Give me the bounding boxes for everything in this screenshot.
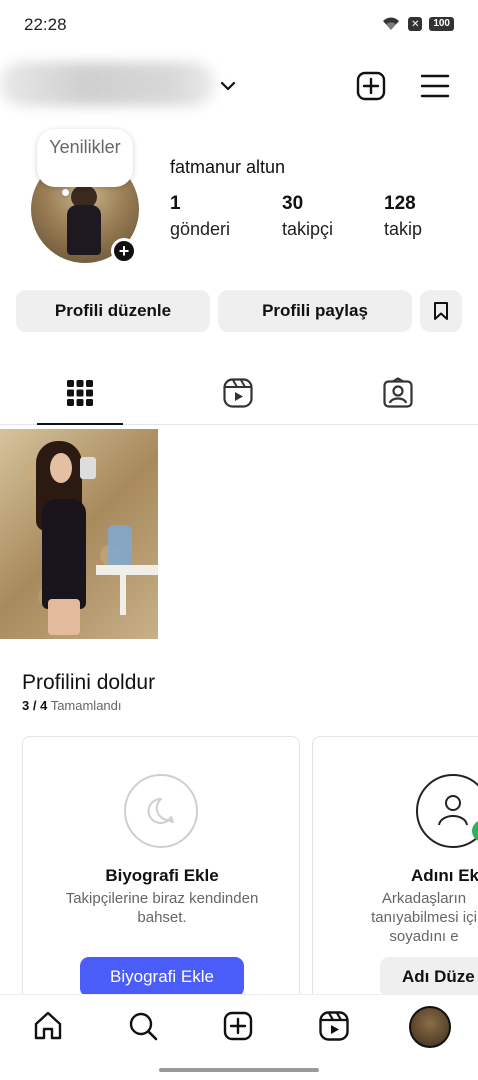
name-icon [416,774,478,848]
search-icon[interactable] [127,1010,159,1042]
battery-indicator: 100 [429,17,454,31]
card-description: Takipçilerine biraz kendinden bahset. [65,890,259,926]
posts-count[interactable]: 1 [170,193,181,215]
posts-label[interactable]: gönderi [170,219,230,240]
add-name-button[interactable]: Adı Düze [380,957,478,997]
grid-icon[interactable] [66,379,94,407]
following-count[interactable]: 128 [384,193,416,215]
bookmark-icon [434,302,448,320]
active-tab-indicator [37,423,123,425]
add-name-card: Adını Ek Arkadaşların tanıyabilmesi içi … [312,736,478,1006]
card-description: Arkadaşların tanıyabilmesi içi soyadını … [371,890,477,945]
bio-icon [124,774,198,848]
no-sim-icon: ✕ [408,17,423,31]
note-bubble[interactable]: Yenilikler [37,129,133,187]
add-bio-button[interactable]: Biyografi Ekle [80,957,244,997]
saved-button[interactable] [420,290,462,332]
post-thumbnail[interactable] [0,429,158,639]
instagram-profile-screen: 22:28 ✕ 100 Yenilikler + fatmanur altun … [0,0,478,1080]
progress-count: 3 / 4 [22,698,48,713]
home-icon[interactable] [32,1010,64,1042]
followers-count[interactable]: 30 [282,193,303,215]
create-icon[interactable] [222,1010,254,1042]
menu-icon[interactable] [419,72,451,100]
add-bio-card: Biyografi Ekle Takipçilerine biraz kendi… [22,736,300,1006]
home-indicator [159,1068,319,1072]
edit-profile-button[interactable]: Profili düzenle [16,290,210,332]
reels-tab-icon[interactable] [222,377,254,409]
profile-avatar-nav[interactable] [409,1006,451,1048]
status-time: 22:28 [24,15,67,34]
chevron-down-icon[interactable] [218,76,238,96]
complete-profile-progress: 3 / 4 Tamamlandı [22,698,122,713]
status-icons: ✕ 100 [381,16,454,32]
full-name: fatmanur altun [170,157,286,177]
followers-label[interactable]: takipçi [282,219,333,240]
reels-icon[interactable] [318,1010,350,1042]
complete-profile-title: Profilini doldur [22,671,156,694]
share-profile-button[interactable]: Profili paylaş [218,290,412,332]
progress-label: Tamamlandı [50,698,122,713]
following-label[interactable]: takip [384,219,422,240]
note-bubble-tail [62,189,69,196]
card-title: Adını Ek [411,866,478,885]
wifi-icon [383,17,400,30]
add-story-icon[interactable]: + [111,238,137,264]
create-plus-icon[interactable] [355,70,387,102]
tagged-icon[interactable] [382,377,414,409]
username-blurred[interactable] [0,62,215,106]
card-title: Biyografi Ekle [105,866,219,885]
